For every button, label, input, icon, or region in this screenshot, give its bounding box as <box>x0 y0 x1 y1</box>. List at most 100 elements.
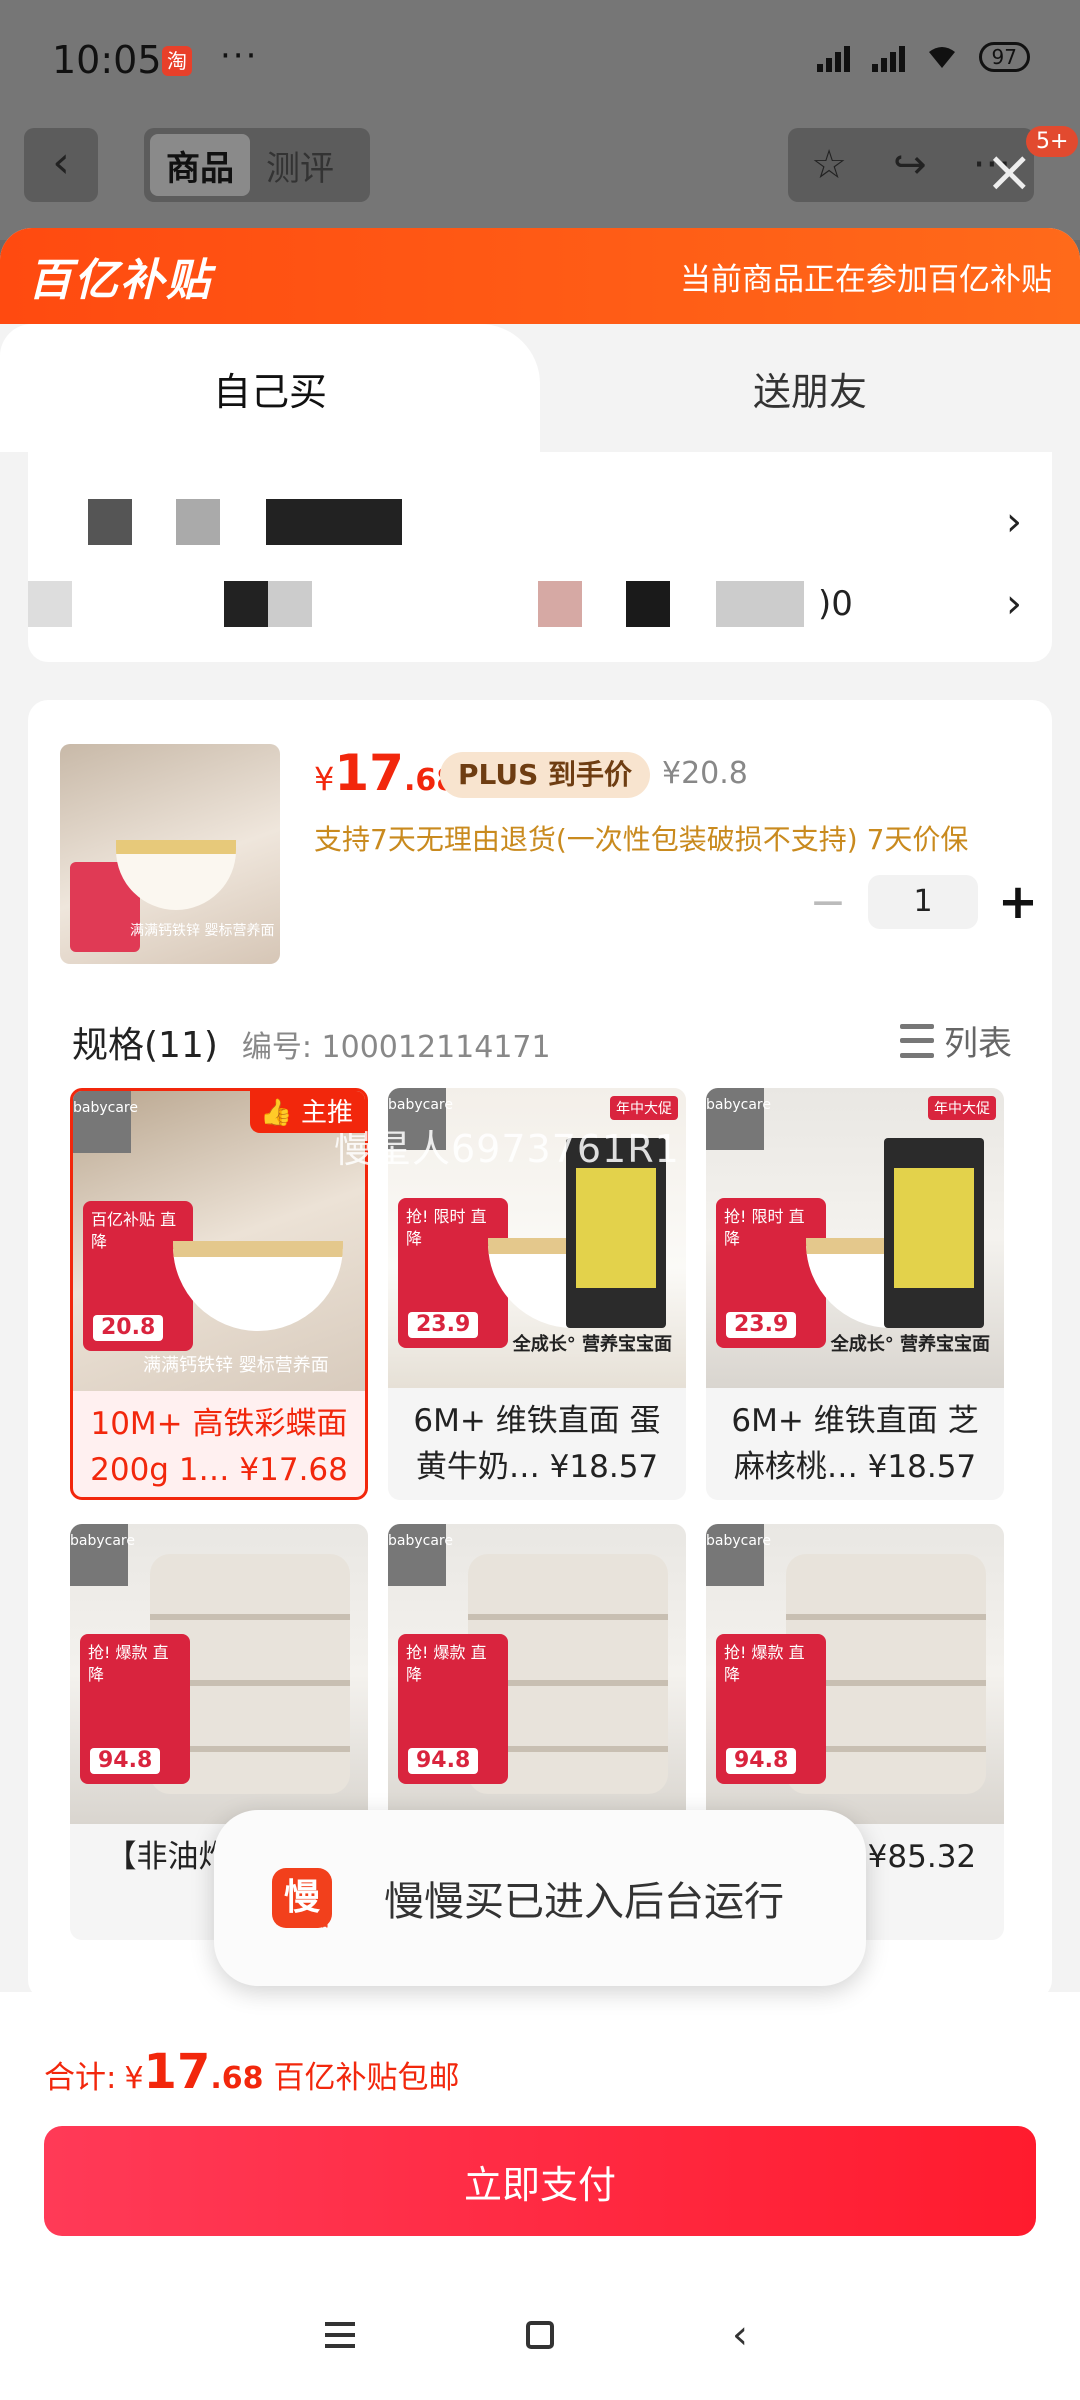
product-card: 满满钙铁锌 婴标营养面 ¥ 17 .68 PLUS 到手价 ¥20.8 支持7天… <box>28 700 1052 2000</box>
brand-logo: babycare <box>70 1524 135 1586</box>
menu-button[interactable] <box>310 2305 370 2365</box>
redacted-block <box>266 499 402 545</box>
spec-option[interactable]: babycare 年中大促 抢! 限时 直降 23.9 全成长° 营养宝宝面 6M… <box>706 1088 1004 1500</box>
address-row-name[interactable]: › <box>28 482 1052 562</box>
promo-tag-price: 94.8 <box>90 1748 161 1774</box>
spec-header: 规格(11) 编号: 100012114171 <box>72 1016 551 1068</box>
top-tabs: 商品 测评 <box>144 128 370 202</box>
promo-tag-label: 抢! 爆款 直降 <box>724 1643 805 1684</box>
total-integer: 17 <box>143 2044 211 2100</box>
message-badge: 5+ <box>1026 126 1079 157</box>
share-icon[interactable]: ↪ <box>893 142 927 188</box>
original-price: ¥20.8 <box>662 756 748 791</box>
chevron-left-icon: ‹ <box>52 137 70 188</box>
promo-tag-label: 抢! 限时 直降 <box>406 1207 487 1248</box>
redacted-block <box>224 581 268 627</box>
pay-now-button[interactable]: 立即支付 <box>44 2126 1036 2236</box>
service-guarantee: 支持7天无理由退货(一次性包装破损不支持) 7天价保 <box>314 823 969 856</box>
spec-option[interactable]: 👍 主推 babycare 百亿补贴 直降 20.8 满满钙铁锌 婴标营养面 10… <box>70 1088 368 1500</box>
address-tail: )0 <box>818 584 853 624</box>
tab-product[interactable]: 商品 <box>150 134 250 196</box>
menu-icon <box>325 2322 355 2348</box>
promo-tag: 抢! 爆款 直降 94.8 <box>80 1634 190 1784</box>
system-nav-bar: ‹ <box>0 2270 1080 2400</box>
address-row-detail[interactable]: )0 › <box>28 564 1052 644</box>
back-button[interactable]: ‹ <box>24 128 98 202</box>
spec-image: babycare 年中大促 抢! 限时 直降 23.9 全成长° 营养宝宝面 <box>388 1088 686 1388</box>
promo-tag-label: 抢! 爆款 直降 <box>406 1643 487 1684</box>
promo-tag-label: 抢! 限时 直降 <box>724 1207 805 1248</box>
spec-image: babycare 抢! 爆款 直降 94.8 <box>706 1524 1004 1824</box>
battery-indicator: 97 <box>978 42 1030 72</box>
shipping-note: 百亿补贴包邮 <box>273 2060 460 2096</box>
redacted-block <box>88 499 132 545</box>
redacted-block <box>268 581 312 627</box>
decrease-button[interactable]: − <box>798 877 858 928</box>
total-decimal: .68 <box>210 2061 264 2096</box>
price-currency: ¥ <box>314 760 335 798</box>
bowl-image <box>173 1241 343 1331</box>
spec-image: babycare 百亿补贴 直降 20.8 满满钙铁锌 婴标营养面 <box>73 1091 365 1391</box>
product-code: 编号: 100012114171 <box>241 1030 551 1065</box>
promo-tag-price: 20.8 <box>93 1315 164 1341</box>
spec-option[interactable]: babycare 年中大促 抢! 限时 直降 23.9 全成长° 营养宝宝面 6M… <box>388 1088 686 1500</box>
list-label: 列表 <box>944 1024 1012 1064</box>
promo-tag: 百亿补贴 直降 20.8 <box>83 1201 193 1351</box>
chevron-left-icon: ‹ <box>732 2312 748 2358</box>
promo-tag-label: 百亿补贴 直降 <box>91 1210 177 1251</box>
image-caption: 全成长° 营养宝宝面 <box>830 1334 990 1355</box>
star-icon[interactable]: ☆ <box>811 142 847 188</box>
brand-logo: babycare <box>706 1524 771 1586</box>
redacted-block <box>176 499 220 545</box>
background-run-toast: 慢 41别补帖 慢慢买已进入后台运行 <box>214 1810 866 1986</box>
image-caption: 全成长° 营养宝宝面 <box>512 1334 672 1355</box>
spec-image: babycare 抢! 爆款 直降 94.8 <box>388 1524 686 1824</box>
subsidy-logo: 百亿补贴 <box>28 255 212 306</box>
tab-buy-self[interactable]: 自己买 <box>0 324 540 452</box>
toast-icon-caption: 41别补帖 <box>275 1915 329 1929</box>
list-view-toggle[interactable]: 列表 <box>900 1016 1012 1065</box>
corner-label: 年中大促 <box>610 1096 678 1120</box>
close-icon[interactable]: × <box>985 142 1034 200</box>
more-notifications-icon: ··· <box>220 36 259 76</box>
spec-name: 6M+ 维铁直面 芝麻核桃… ¥18.57 <box>731 1403 979 1485</box>
wifi-icon <box>928 47 955 68</box>
spec-title: 规格(11) <box>72 1025 218 1066</box>
promo-tag: 抢! 爆款 直降 94.8 <box>716 1634 826 1784</box>
home-button[interactable] <box>510 2305 570 2365</box>
back-nav-button[interactable]: ‹ <box>710 2305 770 2365</box>
list-icon <box>900 1023 934 1058</box>
image-caption: 满满钙铁锌 婴标营养面 <box>143 1355 329 1376</box>
signal-icon <box>816 42 850 72</box>
main-push-badge: 👍 主推 <box>250 1091 365 1133</box>
quantity-stepper: − 1 + <box>798 874 1048 930</box>
tab-review[interactable]: 测评 <box>250 134 350 196</box>
subsidy-banner: 百亿补贴 当前商品正在参加百亿补贴 <box>0 228 1080 324</box>
address-card[interactable]: › )0 › <box>28 452 1052 662</box>
redacted-block <box>28 581 72 627</box>
package-image <box>566 1138 666 1328</box>
purchase-mode-tabs: 自己买 送朋友 <box>0 324 1080 452</box>
manmanmai-app-icon: 慢 41别补帖 <box>272 1868 332 1929</box>
increase-button[interactable]: + <box>988 874 1048 930</box>
brand-logo: babycare <box>706 1088 771 1150</box>
brand-logo: babycare <box>73 1091 138 1153</box>
redacted-block <box>626 581 670 627</box>
quantity-value[interactable]: 1 <box>868 875 978 929</box>
redacted-block <box>716 581 804 627</box>
promo-tag-price: 94.8 <box>408 1748 479 1774</box>
promo-tag: 抢! 爆款 直降 94.8 <box>398 1634 508 1784</box>
spec-image: babycare 抢! 爆款 直降 94.8 <box>70 1524 368 1824</box>
redacted-block <box>538 581 582 627</box>
total-label: 合计: <box>44 2060 117 2096</box>
brand-logo: babycare <box>388 1524 453 1586</box>
corner-label: 年中大促 <box>928 1096 996 1120</box>
taobao-app-icon: 淘 <box>162 46 192 76</box>
spec-name: 10M+ 高铁彩蝶面 200g 1… ¥17.68 <box>90 1406 348 1488</box>
tab-gift-friend[interactable]: 送朋友 <box>540 324 1080 452</box>
brand-logo: babycare <box>388 1088 453 1150</box>
main-push-label: 主推 <box>300 1098 353 1128</box>
promo-tag-price: 23.9 <box>408 1312 479 1338</box>
order-total: 合计: ¥ 17 .68 百亿补贴包邮 <box>44 2044 460 2100</box>
chevron-right-icon: › <box>1006 499 1022 545</box>
